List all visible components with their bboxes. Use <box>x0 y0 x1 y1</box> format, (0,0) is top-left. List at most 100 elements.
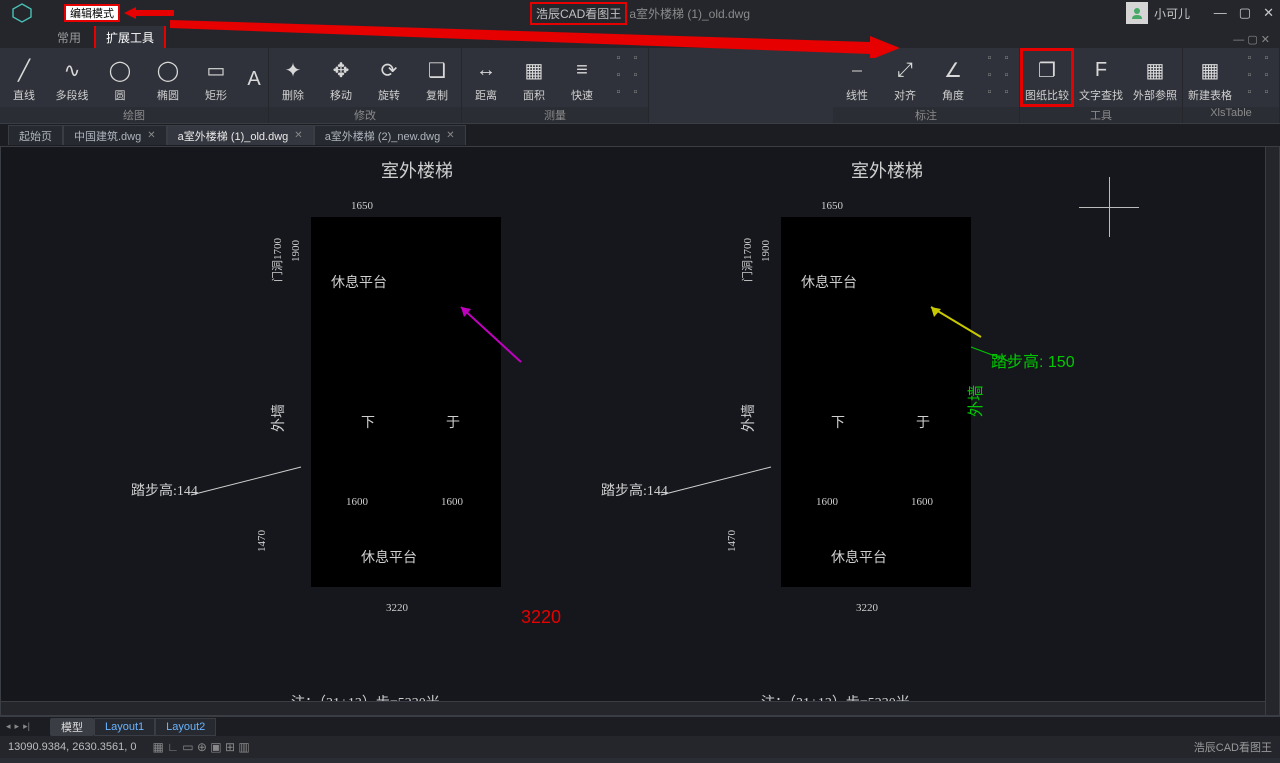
status-brand: 浩辰CAD看图王 <box>1194 739 1272 755</box>
window-title: 浩辰CAD看图王 a室外楼梯 (1)_old.dwg <box>530 2 750 25</box>
user-area[interactable]: 小可儿 <box>1126 2 1190 24</box>
close-icon[interactable]: ✕ <box>446 130 454 141</box>
layout-tab-1[interactable]: Layout1 <box>94 718 155 736</box>
close-button[interactable]: ✕ <box>1263 5 1274 21</box>
compare-icon: ❐ <box>1033 57 1061 85</box>
doc-tab-cn[interactable]: 中国建筑.dwg✕ <box>63 125 167 145</box>
doc-tab-new[interactable]: a室外楼梯 (2)_new.dwg✕ <box>314 125 466 145</box>
svg-text:休息平台: 休息平台 <box>801 274 857 291</box>
vertical-scrollbar[interactable] <box>1265 147 1279 715</box>
tool-delete[interactable]: ✦删除 <box>269 48 317 107</box>
maximize-button[interactable]: ▢ <box>1239 5 1251 21</box>
tool-move[interactable]: ✥移动 <box>317 48 365 107</box>
app-logo[interactable] <box>0 0 44 26</box>
horizontal-scrollbar[interactable] <box>1 701 1265 715</box>
tool-copy[interactable]: ❑复制 <box>413 48 461 107</box>
ribbon-group-label: 绘图 <box>0 107 268 123</box>
tool-circle[interactable]: ◯圆 <box>96 48 144 107</box>
tool-linear[interactable]: ⎯线性 <box>833 48 881 107</box>
svg-text:外墙: 外墙 <box>271 404 287 432</box>
ribbon-group-label: 工具 <box>1020 107 1182 123</box>
menu-tab-common[interactable]: 常用 <box>46 25 92 48</box>
statusbar: 13090.9384, 2630.3561, 0 ▦ ∟ ▭ ⊕ ▣ ⊞ ▥ 浩… <box>0 736 1280 758</box>
close-icon[interactable]: ✕ <box>147 130 155 141</box>
tool-table-more[interactable]: ▫▫▫▫▫▫ <box>1237 48 1279 107</box>
tool-polyline[interactable]: ∿多段线 <box>48 48 96 107</box>
ribbon-group-label: 修改 <box>269 107 461 123</box>
arrow-icon <box>124 7 174 19</box>
circle-icon: ◯ <box>106 57 134 85</box>
tool-compare[interactable]: ❐图纸比较 <box>1020 48 1074 107</box>
tool-distance[interactable]: ↔距离 <box>462 48 510 107</box>
svg-text:1650: 1650 <box>821 200 844 212</box>
layout-tabs: ◂▸▸| 模型 Layout1 Layout2 <box>0 716 1280 736</box>
ribbon-group-measure: ↔距离 ▦面积 ≡快速 ▫▫▫▫▫▫ 测量 <box>462 48 649 123</box>
tool-dim-more[interactable]: ▫▫▫▫▫▫ <box>977 48 1019 107</box>
ribbon-group-label: 标注 <box>833 107 1019 123</box>
brand-label: 浩辰CAD看图王 <box>530 2 627 25</box>
coords-readout: 13090.9384, 2630.3561, 0 <box>8 741 136 753</box>
tool-text[interactable]: A <box>240 48 268 107</box>
svg-text:1600: 1600 <box>816 496 839 508</box>
area-icon: ▦ <box>520 57 548 85</box>
drawing-canvas[interactable]: 室外楼梯 室外楼梯 <box>0 146 1280 716</box>
move-icon: ✥ <box>327 57 355 85</box>
ribbon-group-dim: ⎯线性 ⤢对齐 ∠角度 ▫▫▫▫▫▫ 标注 <box>833 48 1020 123</box>
doc-tab-old[interactable]: a室外楼梯 (1)_old.dwg✕ <box>167 125 314 145</box>
svg-text:1600: 1600 <box>441 496 464 508</box>
ribbon-group-label: 测量 <box>462 107 648 123</box>
aligned-icon: ⤢ <box>891 57 919 85</box>
doc-tab-start[interactable]: 起始页 <box>8 125 63 145</box>
tool-rect[interactable]: ▭矩形 <box>192 48 240 107</box>
xref-icon: ▦ <box>1141 57 1169 85</box>
titlebar: 编辑模式 浩辰CAD看图王 a室外楼梯 (1)_old.dwg 小可儿 — ▢ … <box>0 0 1280 26</box>
svg-text:外墙: 外墙 <box>967 385 985 417</box>
close-icon[interactable]: ✕ <box>294 130 302 141</box>
ribbon-group-tools: ❐图纸比较 F文字查找 ▦外部参照 工具 <box>1020 48 1183 123</box>
angle-icon: ∠ <box>939 57 967 85</box>
tool-xref[interactable]: ▦外部参照 <box>1128 48 1182 107</box>
tool-aligned[interactable]: ⤢对齐 <box>881 48 929 107</box>
tool-new-table[interactable]: ▦新建表格 <box>1183 48 1237 107</box>
svg-text:门洞1700: 门洞1700 <box>740 238 754 282</box>
polyline-icon: ∿ <box>58 57 86 85</box>
ribbon: ╱直线 ∿多段线 ◯圆 ◯椭圆 ▭矩形 A 绘图 ✦删除 ✥移动 ⟳旋转 ❑复制… <box>0 48 1280 124</box>
svg-text:1900: 1900 <box>760 240 772 263</box>
edit-mode-badge[interactable]: 编辑模式 <box>64 4 120 22</box>
svg-text:3220: 3220 <box>856 602 879 614</box>
tool-ellipse[interactable]: ◯椭圆 <box>144 48 192 107</box>
svg-text:1900: 1900 <box>290 240 302 263</box>
ribbon-group-draw: ╱直线 ∿多段线 ◯圆 ◯椭圆 ▭矩形 A 绘图 <box>0 48 269 123</box>
rect-icon: ▭ <box>202 57 230 85</box>
status-toggle-icons[interactable]: ▦ ∟ ▭ ⊕ ▣ ⊞ ▥ <box>152 740 249 754</box>
tool-find-text[interactable]: F文字查找 <box>1074 48 1128 107</box>
tool-quick[interactable]: ≡快速 <box>558 48 606 107</box>
svg-text:3220: 3220 <box>386 602 409 614</box>
tool-measure-more[interactable]: ▫▫▫▫▫▫ <box>606 48 648 107</box>
layout-tab-2[interactable]: Layout2 <box>155 718 216 736</box>
svg-text:休息平台: 休息平台 <box>331 274 387 291</box>
svg-text:踏步高:144: 踏步高:144 <box>601 482 668 499</box>
tool-area[interactable]: ▦面积 <box>510 48 558 107</box>
svg-text:踏步高:144: 踏步高:144 <box>131 482 198 499</box>
layout-tab-model[interactable]: 模型 <box>50 718 94 736</box>
svg-text:1470: 1470 <box>256 530 268 553</box>
distance-icon: ↔ <box>472 57 500 85</box>
svg-text:外墙: 外墙 <box>741 404 757 432</box>
ribbon-group-xlstable: ▦新建表格 ▫▫▫▫▫▫ XlsTable <box>1183 48 1280 123</box>
user-avatar-icon[interactable] <box>1126 2 1148 24</box>
ribbon-group-label: XlsTable <box>1183 107 1279 123</box>
layout-nav-arrows[interactable]: ◂▸▸| <box>6 721 30 732</box>
ribbon-group-modify: ✦删除 ✥移动 ⟳旋转 ❑复制 修改 <box>269 48 462 123</box>
tool-rotate[interactable]: ⟳旋转 <box>365 48 413 107</box>
table-icon: ▦ <box>1196 57 1224 85</box>
file-name: a室外楼梯 (1)_old.dwg <box>629 5 750 22</box>
tool-line[interactable]: ╱直线 <box>0 48 48 107</box>
line-icon: ╱ <box>10 57 38 85</box>
svg-text:踏步高: 150: 踏步高: 150 <box>991 353 1075 371</box>
minimize-button[interactable]: — <box>1214 5 1227 21</box>
drawing-svg: 下 于 休息平台 休息平台 1650 1600 1600 3220 门洞1700… <box>1 147 1267 703</box>
menu-tab-ext-tools[interactable]: 扩展工具 <box>94 24 166 48</box>
tool-angle[interactable]: ∠角度 <box>929 48 977 107</box>
copy-icon: ❑ <box>423 57 451 85</box>
